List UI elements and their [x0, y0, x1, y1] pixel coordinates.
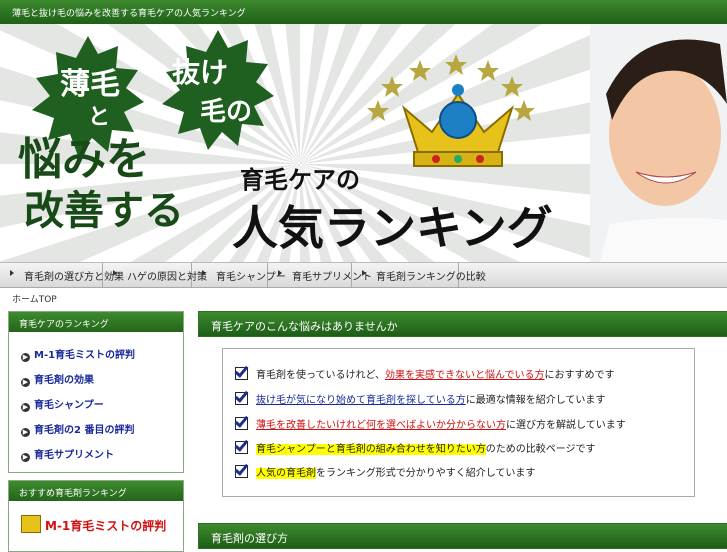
sidebar-item-shampoo[interactable]: ▶ 育毛シャンプー: [21, 396, 104, 412]
bubble1-line1: 薄毛: [60, 67, 120, 102]
arrow-right-icon: ▶: [21, 428, 30, 437]
bubble1-line2: と: [88, 105, 110, 130]
checklist-item: 薄毛を改善したいけれど何を選べばよいか分からない方に選び方を解説しています: [235, 416, 626, 432]
checkbox-checked-icon: [235, 441, 248, 454]
site-tagline: 薄毛と抜け毛の悩みを改善する育毛ケアの人気ランキング: [12, 9, 246, 19]
global-nav: 育毛剤の選び方と効果 ハゲの原因と対策 育毛シャンプー 育毛サプリメント 育毛剤…: [0, 262, 727, 288]
sidebar-recommend-item[interactable]: M-1育毛ミストの評判: [21, 515, 166, 534]
sidebar-item-second[interactable]: ▶ 育毛剤の2 番目の評判: [21, 421, 134, 437]
bubble2-line1: 抜け: [172, 56, 228, 89]
arrow-right-icon: ▶: [21, 353, 30, 362]
checklist-highlight: 人気の育毛剤: [256, 468, 316, 479]
sidebar-item-supplement[interactable]: ▶ 育毛サプリメント: [21, 446, 114, 462]
model-photo: [590, 24, 727, 262]
nav-item-supplement[interactable]: 育毛サプリメント: [268, 263, 372, 287]
nav-item-causes[interactable]: ハゲの原因と対策: [103, 263, 207, 287]
big-headline: 人気ランキング: [232, 201, 553, 255]
checkbox-checked-icon: [235, 465, 248, 478]
checklist-item: 育毛シャンプーと育毛剤の組み合わせを知りたい方のための比較ページです: [235, 440, 596, 456]
arrow-right-icon: ▶: [21, 378, 30, 387]
checkbox-checked-icon: [235, 417, 248, 430]
sidebar-item-effect[interactable]: ▶ 育毛剤の効果: [21, 371, 94, 387]
arrow-right-icon: [10, 270, 14, 276]
section-title-howto: 育毛剤の選び方: [198, 523, 727, 549]
banner-art: 薄毛 と 抜け 毛の 悩みを 改善する 育毛ケアの 人気ランキング: [18, 24, 727, 262]
sidebar-ranking-box: 育毛ケアのランキング ▶ M-1育毛ミストの評判 ▶ 育毛剤の効果 ▶ 育毛シャンプー…: [8, 311, 184, 473]
headline-line2: 改善する: [24, 188, 184, 234]
checklist-item: 人気の育毛剤をランキング形式で分かりやすく紹介しています: [235, 464, 535, 480]
arrow-right-icon: [202, 270, 206, 276]
section-title-concerns: 育毛ケアのこんな悩みはありませんか: [198, 311, 727, 337]
checklist-highlight: 育毛シャンプーと育毛剤の組み合わせを知りたい方: [256, 444, 486, 455]
arrow-right-icon: ▶: [21, 403, 30, 412]
hero-banner[interactable]: 薄毛 と 抜け 毛の 悩みを 改善する 育毛ケアの 人気ランキング: [0, 24, 727, 262]
checklist-link[interactable]: 効果を実感できないと悩んでいる方: [385, 370, 545, 381]
sidebar-recommend-box: おすすめ育毛剤ランキング M-1育毛ミストの評判: [8, 480, 184, 552]
arrow-right-icon: [362, 270, 366, 276]
breadcrumb[interactable]: ホームTOP: [12, 292, 57, 305]
sidebar-item-m1[interactable]: ▶ M-1育毛ミストの評判: [21, 346, 135, 362]
bubble2-line2: 毛の: [200, 97, 252, 127]
checklist-box: 育毛剤を使っているけれど、効果を実感できないと悩んでいる方におすすめです 抜け毛…: [222, 348, 695, 497]
nav-item-ranking[interactable]: 育毛剤ランキングの比較: [352, 263, 486, 287]
arrow-right-icon: [113, 270, 117, 276]
checklist-item: 抜け毛が気になり始めて育毛剤を探している方に最適な情報を紹介しています: [235, 391, 605, 407]
sidebar-box-title: 育毛ケアのランキング: [9, 312, 183, 332]
top-bar: 薄毛と抜け毛の悩みを改善する育毛ケアの人気ランキング: [0, 0, 727, 24]
headline-line1: 悩みを: [18, 134, 150, 185]
checklist-link[interactable]: 抜け毛が気になり始めて育毛剤を探している方: [256, 395, 466, 406]
checklist-item: 育毛剤を使っているけれど、効果を実感できないと悩んでいる方におすすめです: [235, 366, 615, 382]
checkbox-checked-icon: [235, 392, 248, 405]
arrow-right-icon: [278, 270, 282, 276]
crown-icon: [21, 515, 41, 533]
sub-headline: 育毛ケアの: [240, 166, 360, 194]
checklist-link[interactable]: 薄毛を改善したいけれど何を選べばよいか分からない方: [256, 420, 506, 431]
nav-item-choose[interactable]: 育毛剤の選び方と効果: [0, 263, 124, 287]
sidebar-box-title: おすすめ育毛剤ランキング: [9, 481, 183, 501]
arrow-right-icon: ▶: [21, 453, 30, 462]
checkbox-checked-icon: [235, 367, 248, 380]
starburst-bubble-right: 抜け 毛の: [162, 30, 274, 150]
nav-item-shampoo[interactable]: 育毛シャンプー: [192, 263, 286, 287]
nav-item-label: 育毛剤ランキングの比較: [376, 272, 486, 283]
crown-icon: [401, 84, 515, 167]
